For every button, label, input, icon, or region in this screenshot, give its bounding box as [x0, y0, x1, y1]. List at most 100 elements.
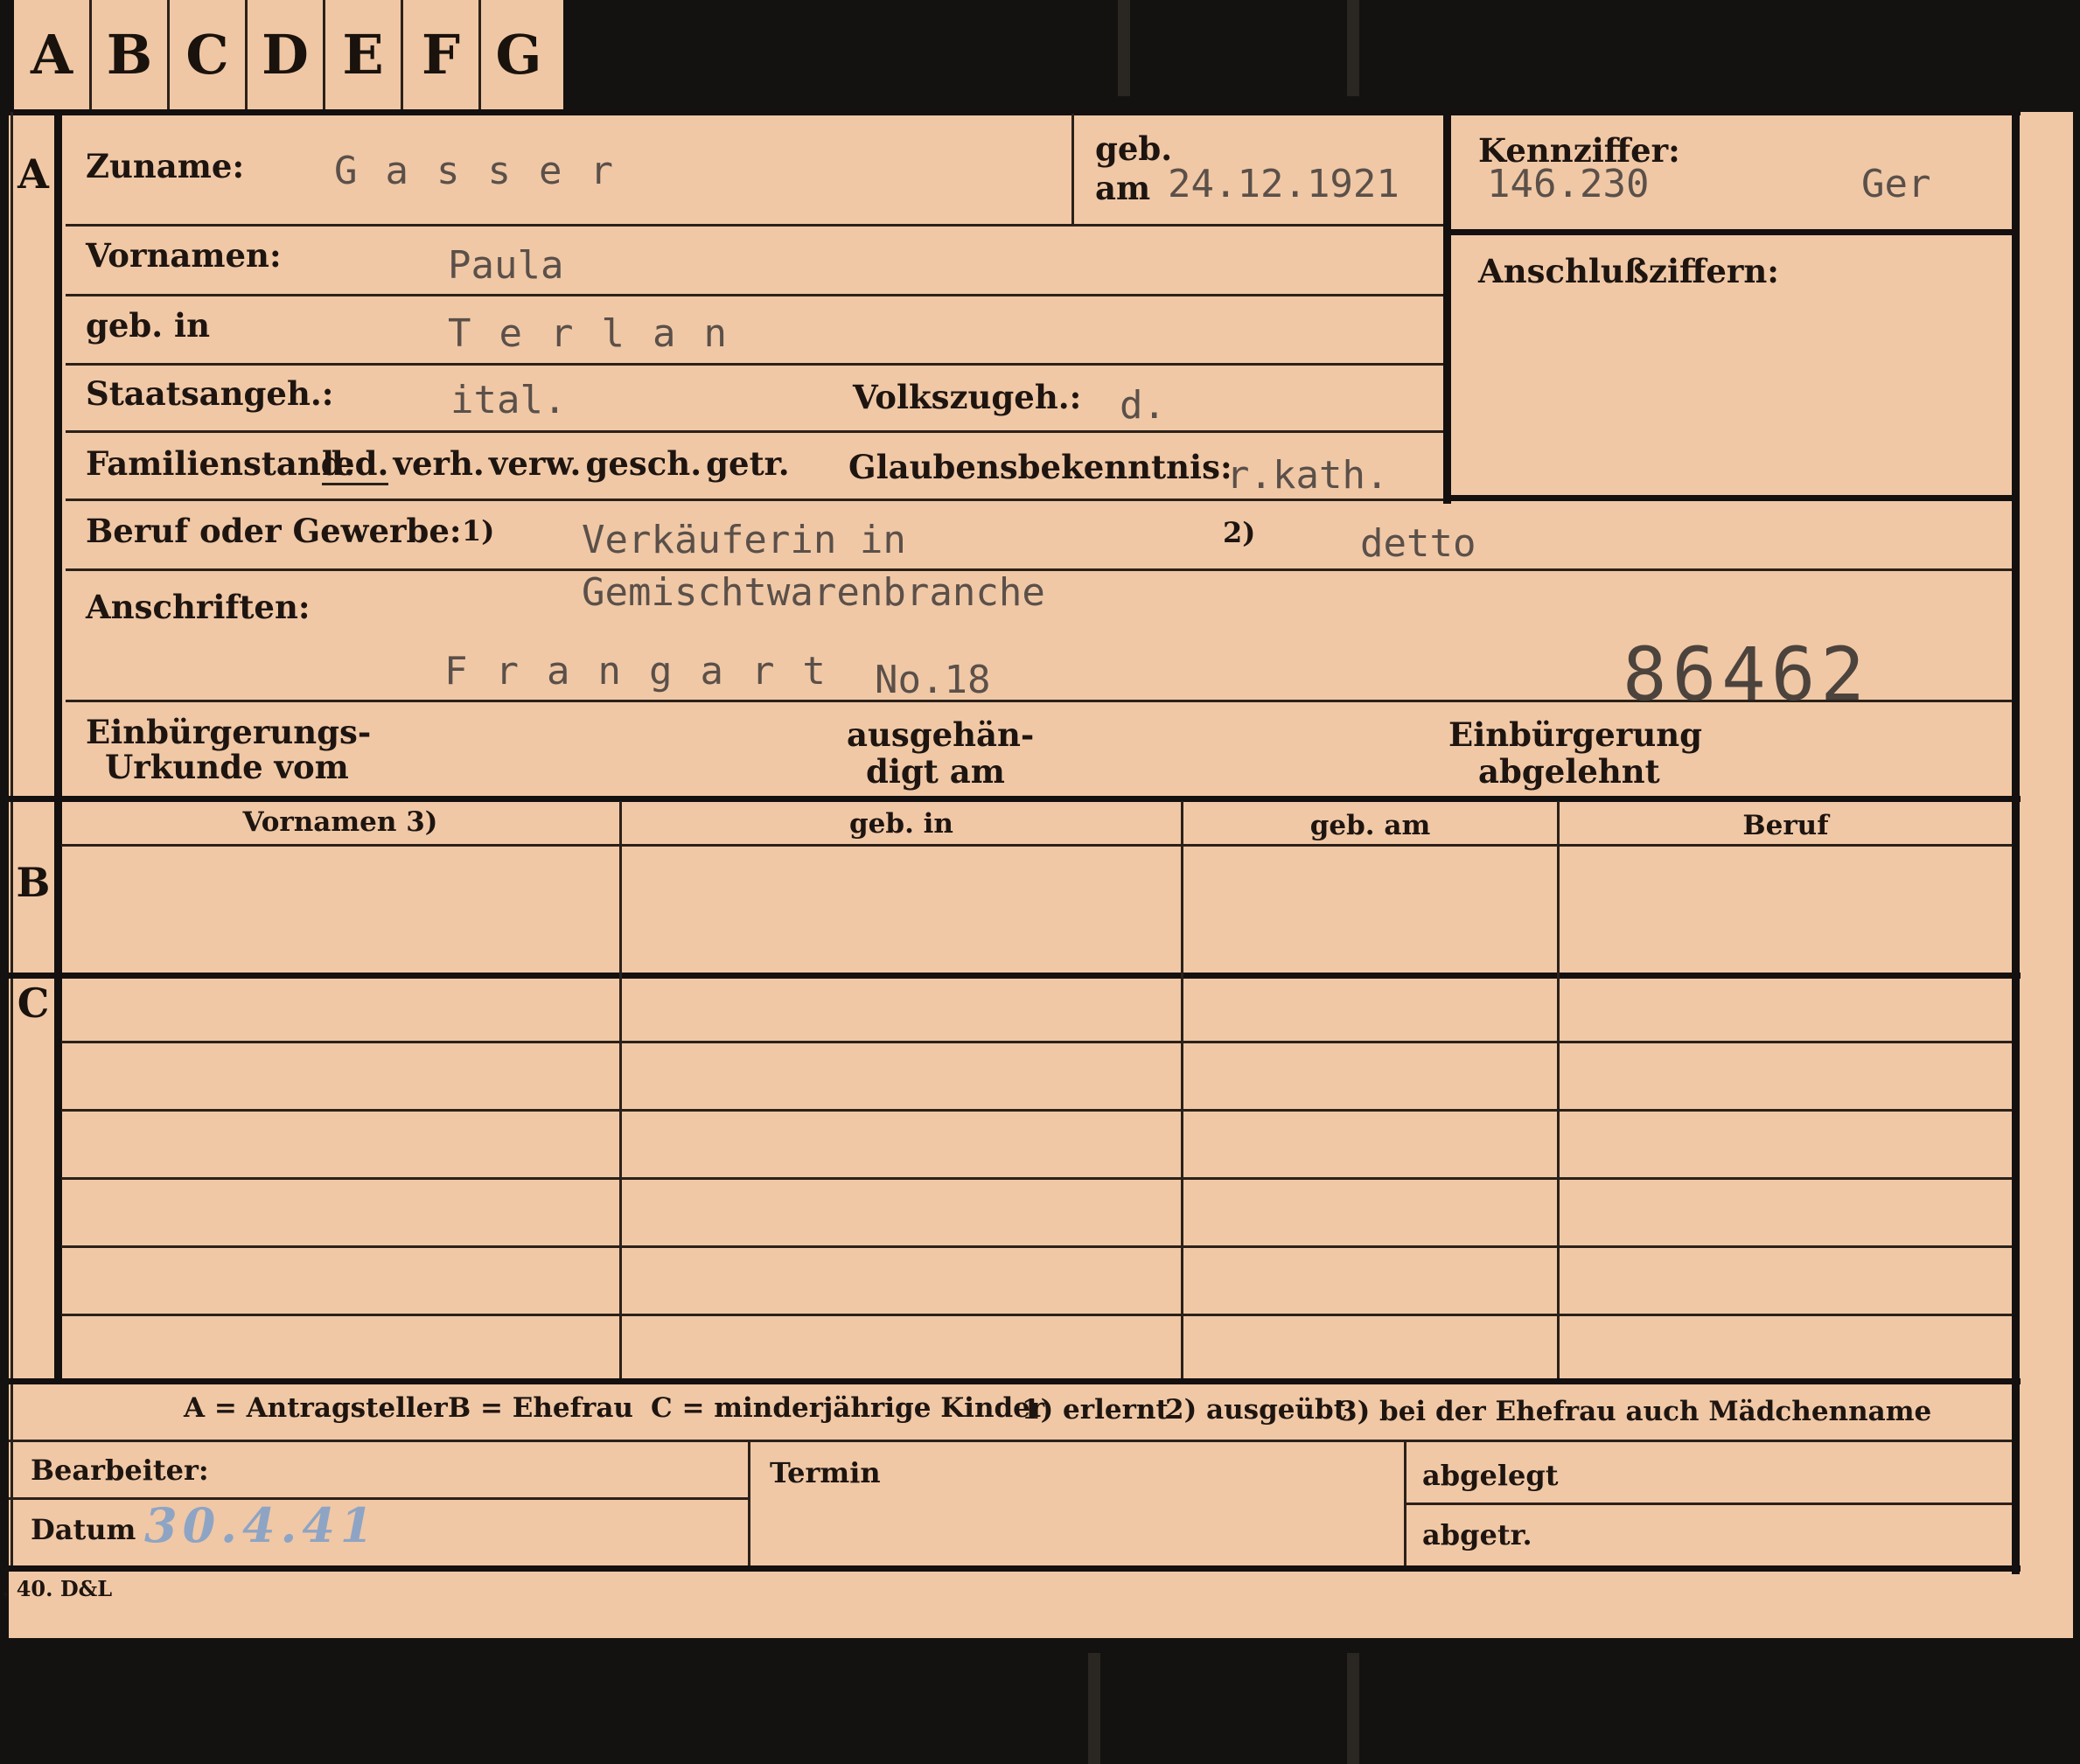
beruf-label: Beruf oder Gewerbe:	[86, 512, 462, 550]
am-label: am	[1095, 169, 1151, 207]
legend-b: B = Ehefrau	[448, 1392, 633, 1424]
card-number: 86462	[1623, 631, 1870, 717]
beruf-value-2: detto	[1360, 521, 1476, 566]
col-rule-2	[1181, 801, 1183, 1378]
left-border	[10, 112, 13, 1565]
termin-label: Termin	[770, 1456, 881, 1489]
tab-g[interactable]: G	[481, 0, 556, 109]
col-rule-3	[1557, 801, 1560, 1378]
index-tabs: A B C D E F G	[14, 0, 563, 109]
rule-section-c	[9, 973, 2021, 979]
abgelegt-label: abgelegt	[1422, 1459, 1559, 1492]
imprint: . 40. D&L	[2, 1576, 113, 1601]
top-border	[9, 109, 2021, 115]
tab-f[interactable]: F	[403, 0, 481, 109]
rule-section-b	[9, 796, 2021, 802]
geb-am-value: 24.12.1921	[1168, 162, 1399, 206]
beruf-value-1b: Gemischtwarenbranche	[582, 570, 1045, 615]
footer-col-1	[748, 1441, 750, 1565]
col-header-vornamen: Vornamen 3)	[242, 806, 438, 838]
volks-value: d.	[1120, 383, 1166, 428]
familienstand-label: Familienstand:	[86, 444, 356, 483]
rule-familie	[66, 499, 1443, 501]
staats-label: Staatsangeh.:	[86, 374, 334, 413]
letter-column-rule	[54, 112, 62, 1380]
vornamen-label: Vornamen:	[86, 236, 282, 275]
familienstand-option-verh[interactable]: verh.	[393, 444, 484, 483]
tab-e[interactable]: E	[325, 0, 403, 109]
urkunde-label-2: Urkunde vom	[105, 748, 349, 786]
kennziffer-value: 146.230	[1487, 162, 1650, 206]
bottom-border	[9, 1565, 2021, 1572]
bearbeiter-label: Bearbeiter:	[31, 1454, 209, 1487]
anschrift-ort: Frangart	[444, 649, 854, 694]
rule-staats	[66, 430, 1443, 433]
beruf-mark-2: 2)	[1223, 516, 1256, 549]
familienstand-option-led[interactable]: led.	[322, 444, 389, 485]
geb-in-value: Terlan	[448, 311, 755, 356]
footer-rule-left	[9, 1497, 748, 1500]
familienstand-options: led. verh. verw. gesch. getr.	[322, 444, 790, 485]
c-row-rule-4	[61, 1245, 2012, 1248]
rule-legend-top	[9, 1378, 2021, 1384]
col-header-geb-am: geb. am	[1309, 810, 1431, 841]
geb-in-label: geb. in	[86, 306, 211, 345]
right-border	[2012, 112, 2020, 1574]
c-row-rule-3	[61, 1177, 2012, 1180]
section-a-letter: A	[17, 150, 49, 198]
col-header-geb-in: geb. in	[849, 808, 953, 840]
rule-geb-divider	[1071, 114, 1074, 224]
tab-a[interactable]: A	[14, 0, 92, 109]
c-row-rule-1	[61, 1041, 2012, 1043]
ausgehaendigt-label-2: digt am	[866, 752, 1005, 791]
kennziffer-box-left	[1443, 114, 1451, 504]
anschluss-label: Anschlußziffern:	[1478, 252, 1779, 290]
datum-label: Datum	[31, 1513, 136, 1546]
footer-col-2	[1404, 1441, 1406, 1565]
kennziffer-box-mid	[1443, 229, 2012, 235]
beruf-value-1: Verkäuferin in	[582, 518, 906, 562]
section-b-letter: B	[16, 859, 51, 906]
beruf-mark-1: 1)	[462, 514, 495, 547]
staats-value: ital.	[450, 378, 567, 422]
datum-value: 30.4.41	[144, 1497, 379, 1553]
rule-gebin	[66, 363, 1443, 366]
rule-zuname	[66, 224, 1443, 227]
anschrift-nr: No.18	[875, 658, 991, 702]
legend-c: C = minderjährige Kinder	[651, 1392, 1045, 1424]
legend-note-3: 3) bei der Ehefrau auch Mädchenname	[1338, 1396, 1932, 1427]
legend-note-2: 2) ausgeübt	[1165, 1394, 1347, 1426]
col-header-beruf: Beruf	[1742, 810, 1829, 841]
kennziffer-suffix: Ger	[1861, 162, 1931, 206]
rule-b-header	[61, 844, 2012, 847]
section-c-letter: C	[17, 980, 50, 1027]
abgelehnt-label-2: abgelehnt	[1478, 752, 1660, 791]
glaubens-label: Glaubensbekenntnis:	[848, 448, 1232, 486]
c-row-rule-2	[61, 1109, 2012, 1112]
legend-a: A = Antragsteller	[184, 1392, 448, 1424]
vornamen-value: Paula	[448, 243, 564, 288]
familienstand-option-getr[interactable]: getr.	[706, 444, 789, 483]
familienstand-option-gesch[interactable]: gesch.	[586, 444, 702, 483]
glaubens-value: r.kath.	[1226, 453, 1389, 498]
c-row-rule-5	[61, 1314, 2012, 1316]
anschriften-label: Anschriften:	[86, 588, 311, 626]
tab-c[interactable]: C	[170, 0, 248, 109]
tab-b[interactable]: B	[92, 0, 170, 109]
zuname-value: Gasser	[334, 149, 641, 193]
kennziffer-box-bottom	[1443, 495, 2012, 501]
volks-label: Volkszugeh.:	[853, 378, 1082, 416]
abgetr-label: abgetr.	[1422, 1518, 1532, 1551]
urkunde-label-1: Einbürgerungs-	[86, 713, 372, 751]
rule-legend-bottom	[9, 1440, 2012, 1442]
tab-d[interactable]: D	[248, 0, 325, 109]
familienstand-option-verw[interactable]: verw.	[489, 444, 582, 483]
geb-label: geb.	[1095, 129, 1173, 168]
legend-note-1: 1) erlernt	[1022, 1394, 1169, 1426]
abgelehnt-label-1: Einbürgerung	[1448, 715, 1703, 754]
footer-rule-right	[1404, 1503, 2012, 1505]
col-rule-1	[619, 801, 622, 1378]
rule-vornamen	[66, 294, 1443, 296]
zuname-label: Zuname:	[86, 147, 245, 185]
ausgehaendigt-label-1: ausgehän-	[847, 715, 1035, 754]
